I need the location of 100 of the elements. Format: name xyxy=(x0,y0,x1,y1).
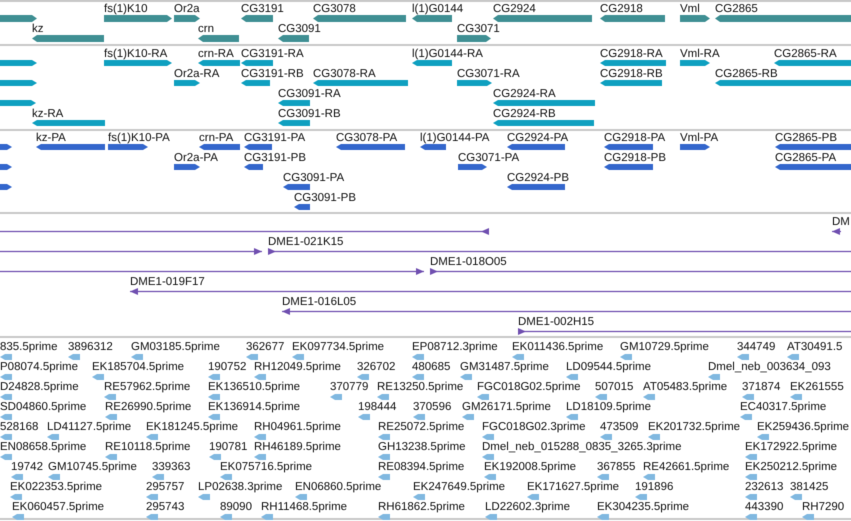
feature-label: CG2924-PB xyxy=(507,171,570,185)
est-glyph xyxy=(261,514,273,520)
est-glyph xyxy=(790,494,802,500)
feature-label: fs(1)K10-RA xyxy=(104,47,168,61)
feature-label: l(1)G0144-RA xyxy=(412,47,483,61)
est-glyph xyxy=(254,374,266,380)
feature-label: crn-RA xyxy=(198,47,234,61)
feature-label: EN06860.5prime xyxy=(295,480,382,494)
feature-label: RE57962.5prime xyxy=(104,380,190,394)
est-glyph xyxy=(790,394,802,400)
feature-label: CG3091-RB xyxy=(278,107,341,121)
feature-label: 507015 xyxy=(595,380,634,394)
feature-label: LD09544.5prime xyxy=(566,360,652,374)
feature-label: EK259436.5prime xyxy=(757,420,850,434)
feature-label: FGC018G02.5prime xyxy=(477,380,581,394)
feature-label: EK304235.5prime xyxy=(597,500,690,514)
est-glyph xyxy=(787,354,799,360)
est-glyph xyxy=(48,474,60,480)
est-glyph xyxy=(105,414,117,420)
feature-label: CG2924-RB xyxy=(493,107,556,121)
feature-label: l(1)G0144-PA xyxy=(420,131,490,145)
feature-label: CG2924-PA xyxy=(507,131,568,145)
feature-label: crn-PA xyxy=(199,131,234,145)
est-glyph xyxy=(220,474,232,480)
feature-label: crn xyxy=(198,22,214,36)
est-glyph xyxy=(566,414,578,420)
feature-label: 190752 xyxy=(208,360,246,374)
est-glyph xyxy=(527,494,539,500)
feature-label: AT05483.5prime xyxy=(643,380,728,394)
feature-label: EK136914.5prime xyxy=(208,400,300,414)
est-glyph xyxy=(482,434,494,440)
est-glyph xyxy=(208,394,220,400)
feature-label: LP02638.3prime xyxy=(198,480,282,494)
feature-label: DME1-002H15 xyxy=(518,315,594,329)
feature-label: CG2918 xyxy=(600,2,643,16)
est-glyph xyxy=(482,454,494,460)
feature-label: RE13250.5prime xyxy=(377,380,464,394)
feature-label: 295757 xyxy=(146,480,184,494)
feature-label: 326702 xyxy=(357,360,396,374)
est-glyph xyxy=(745,514,757,520)
feature-label: GM10729.5prime xyxy=(620,340,709,354)
feature-label: Or2a-RA xyxy=(174,67,220,81)
feature-label: RE25072.5prime xyxy=(378,420,464,434)
feature-label: CG3191 xyxy=(241,2,284,16)
est-glyph xyxy=(648,434,660,440)
feature-label: 381425 xyxy=(790,480,828,494)
feature-label: AT30491.5 xyxy=(787,340,842,354)
feature-label: GM03185.5prime xyxy=(131,340,220,354)
feature-label: 370779 xyxy=(330,380,368,394)
est-glyph xyxy=(737,354,749,360)
est-glyph xyxy=(566,374,578,380)
est-glyph xyxy=(412,354,424,360)
feature-label: CG2918-PB xyxy=(604,151,666,165)
feature-label: CG3071 xyxy=(457,22,500,36)
est-glyph xyxy=(597,514,609,520)
feature-label: 19742 xyxy=(11,460,43,474)
est-glyph xyxy=(152,474,164,480)
est-glyph xyxy=(12,514,24,520)
est-glyph xyxy=(378,434,390,440)
feature-label: EK201732.5prime xyxy=(648,420,740,434)
est-glyph xyxy=(413,414,425,420)
feature-label: fs(1)K10-PA xyxy=(108,131,170,145)
feature-label: EK136510.5prime xyxy=(208,380,300,394)
est-glyph xyxy=(198,494,210,500)
feature-label: D24828.5prime xyxy=(0,380,79,394)
est-glyph xyxy=(146,514,158,520)
est-glyph xyxy=(146,494,158,500)
est-glyph xyxy=(742,394,754,400)
feature-label: 198444 xyxy=(358,400,396,414)
est-glyph xyxy=(254,454,266,460)
feature-label: EK097734.5prime xyxy=(292,340,384,354)
feature-label: LD41127.5prime xyxy=(47,420,132,434)
est-glyph xyxy=(643,474,655,480)
feature-label: LD22602.3prime xyxy=(485,500,570,514)
feature-label: Vml xyxy=(680,2,700,16)
feature-label: DM xyxy=(832,215,850,229)
est-glyph xyxy=(460,374,472,380)
est-glyph xyxy=(620,354,632,360)
est-glyph xyxy=(757,434,769,440)
feature-label: EK172922.5prime xyxy=(745,440,838,454)
est-glyph xyxy=(208,374,220,380)
feature-label: 3896312 xyxy=(68,340,113,354)
feature-label: DME1-019F17 xyxy=(130,275,205,289)
feature-label: CG2865 xyxy=(715,2,758,16)
feature-label: CG2924 xyxy=(493,2,536,16)
feature-label: 232613 xyxy=(745,480,784,494)
est-glyph xyxy=(11,474,23,480)
est-glyph xyxy=(92,374,104,380)
feature-label: CG3078 xyxy=(313,2,356,16)
feature-label: 473509 xyxy=(600,420,638,434)
feature-label: Vml-PA xyxy=(680,131,718,145)
est-glyph xyxy=(0,394,12,400)
feature-label: fs(1)K10 xyxy=(104,2,148,16)
feature-label: 190781 xyxy=(209,440,248,454)
feature-label: CG3071-PA xyxy=(458,151,520,165)
est-glyph xyxy=(104,394,116,400)
feature-label: 371874 xyxy=(742,380,780,394)
feature-label: Or2a-PA xyxy=(174,151,218,165)
feature-label: RH7290 xyxy=(802,500,844,514)
feature-label: CG3191-PA xyxy=(244,131,306,145)
